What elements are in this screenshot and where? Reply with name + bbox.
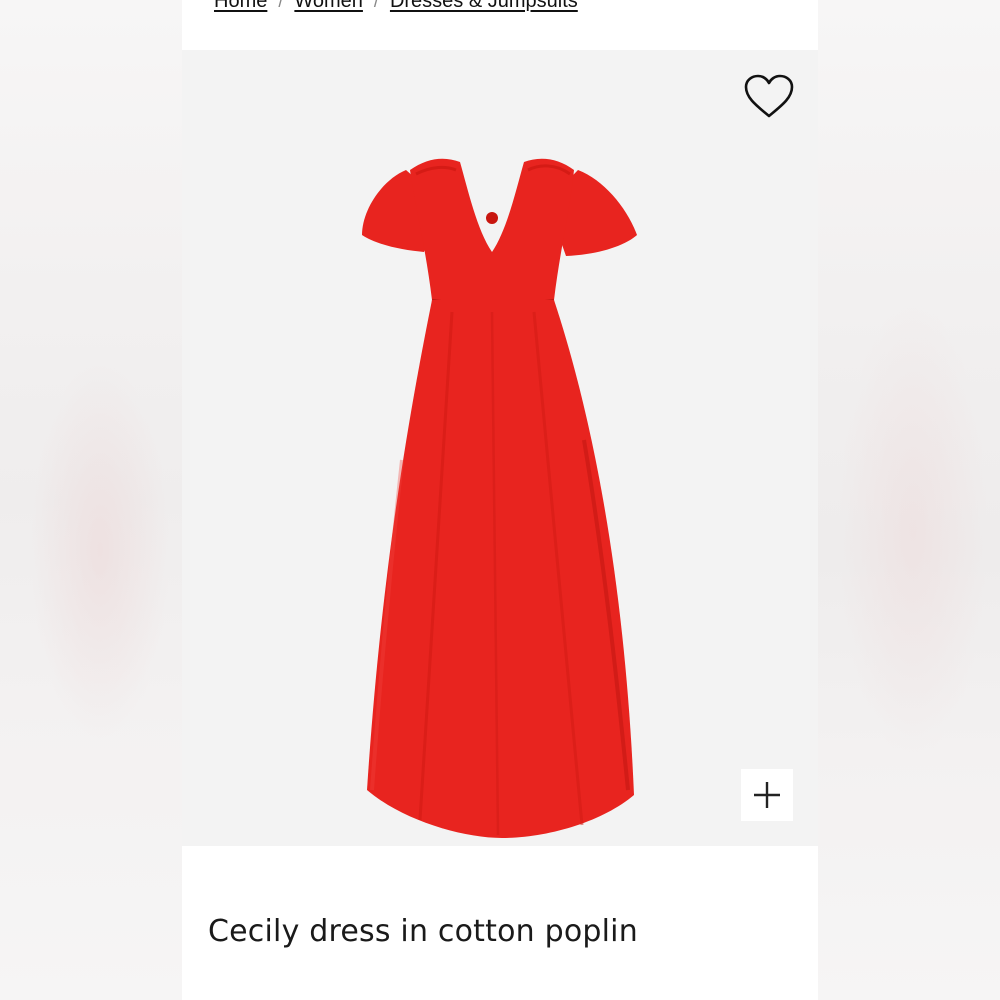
plus-icon — [754, 782, 780, 808]
wishlist-button[interactable] — [740, 70, 798, 124]
background-blur-left — [0, 0, 182, 1000]
breadcrumb-women-link[interactable]: Women — [294, 0, 363, 13]
product-image[interactable] — [182, 50, 818, 846]
dress-image — [362, 158, 637, 838]
breadcrumb-dresses-link[interactable]: Dresses & Jumpsuits — [390, 0, 578, 13]
zoom-button[interactable] — [741, 769, 793, 821]
heart-outline-icon — [744, 74, 794, 118]
product-title: Cecily dress in cotton poplin — [208, 914, 638, 949]
breadcrumb-home-link[interactable]: Home — [214, 0, 267, 13]
product-page: Home / Women / Dresses & Jumpsuits Cecil… — [182, 0, 818, 1000]
breadcrumb-separator: / — [278, 0, 284, 11]
background-blur-right — [818, 0, 1000, 1000]
breadcrumb-separator: / — [373, 0, 379, 11]
breadcrumb: Home / Women / Dresses & Jumpsuits — [214, 0, 578, 16]
